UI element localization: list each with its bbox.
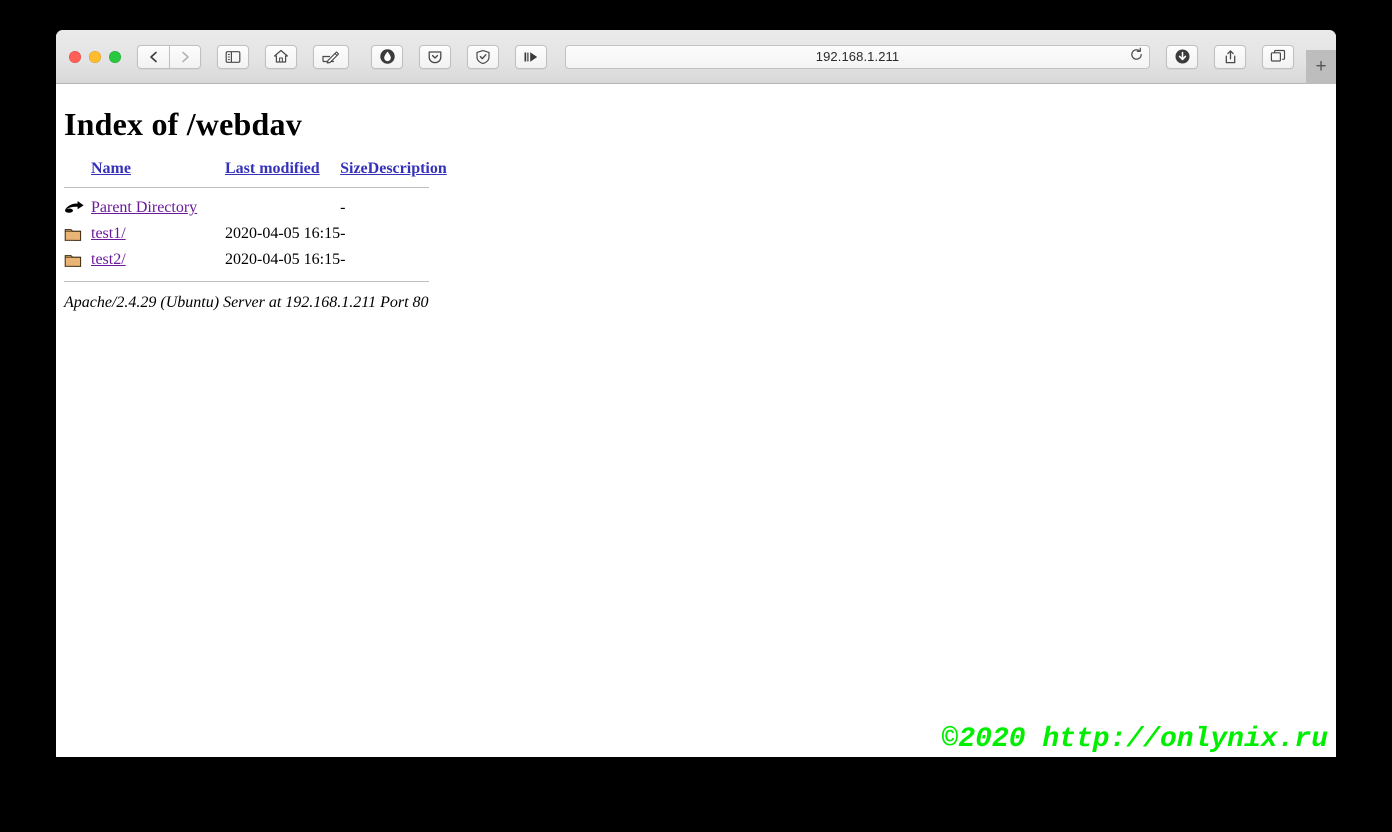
back-button[interactable] — [137, 44, 169, 69]
parent-directory-link[interactable]: Parent Directory — [91, 199, 197, 216]
row-modified-cell: 2020-04-05 16:15 — [225, 225, 341, 242]
horizontal-rule — [64, 187, 429, 188]
table-rule-top-cell — [64, 181, 447, 195]
folder-icon — [64, 252, 91, 269]
downloads-button[interactable] — [1166, 44, 1198, 69]
directory-link-test1[interactable]: test1/ — [91, 225, 126, 242]
row-icon-cell — [64, 195, 91, 221]
row-size-cell: - — [340, 199, 346, 216]
sort-by-modified-link[interactable]: Last modified — [225, 160, 320, 177]
reload-button[interactable] — [1127, 47, 1145, 67]
forward-button[interactable] — [169, 44, 201, 69]
row-icon-cell — [64, 221, 91, 247]
row-name-cell: Parent Directory — [91, 195, 225, 221]
skip-forward-icon — [522, 50, 540, 64]
parent-directory-icon — [64, 200, 91, 216]
browser-toolbar: 192.168.1.211 + — [56, 30, 1336, 84]
back-icon — [147, 50, 161, 64]
table-header-row: Name Last modified Size Description — [64, 160, 447, 181]
directory-index-table: Name Last modified Size Description Pare… — [64, 160, 447, 282]
row-size-cell: - — [340, 251, 346, 268]
toolbar-right-group — [1164, 44, 1296, 69]
row-name-cell: test1/ — [91, 221, 225, 247]
new-tab-button[interactable]: + — [1306, 50, 1336, 84]
sort-by-name-link[interactable]: Name — [91, 160, 131, 177]
sidebar-button[interactable] — [217, 44, 249, 69]
browser-window: 192.168.1.211 + Index of /webdav Name La… — [56, 30, 1336, 757]
horizontal-rule — [64, 281, 429, 282]
table-row: test1/ 2020-04-05 16:15 - — [64, 221, 447, 247]
page-title: Index of /webdav — [64, 106, 302, 142]
forward-icon — [178, 50, 192, 64]
row-modified-cell — [225, 195, 340, 221]
table-row: test2/ 2020-04-05 16:15 - — [64, 247, 447, 273]
markup-edit-icon — [321, 49, 341, 64]
table-rule-bottom-row — [64, 273, 447, 282]
home-button[interactable] — [265, 44, 297, 69]
row-description-cell — [368, 195, 447, 221]
header-name: Name — [91, 160, 225, 181]
directory-link-test2[interactable]: test2/ — [91, 251, 126, 268]
window-controls — [56, 50, 135, 63]
skip-extension-button[interactable] — [515, 44, 547, 69]
header-description: Description — [368, 160, 447, 181]
sort-by-size-link[interactable]: Size — [340, 160, 368, 177]
markup-button[interactable] — [313, 44, 349, 69]
folder-icon — [64, 226, 91, 243]
table-rule-bottom-cell — [64, 273, 447, 282]
row-description-cell — [368, 221, 447, 247]
close-button[interactable] — [69, 50, 81, 63]
pocket-extension-button[interactable] — [419, 44, 451, 69]
shield-check-icon — [475, 49, 491, 65]
pocket-icon — [427, 49, 443, 65]
header-size: Size — [340, 160, 368, 181]
navigation-buttons — [135, 44, 203, 69]
maximize-button[interactable] — [109, 50, 121, 63]
table-rule-top-row — [64, 181, 447, 195]
watermark: ©2020 http://onlynix.ru — [941, 724, 1328, 755]
row-modified-cell: 2020-04-05 16:15 — [225, 251, 341, 268]
tab-overview-icon — [1270, 49, 1286, 64]
header-modified: Last modified — [225, 160, 340, 181]
tab-overview-button[interactable] — [1262, 44, 1294, 69]
share-icon — [1223, 49, 1238, 65]
shield-extension-button[interactable] — [467, 44, 499, 69]
server-signature: Apache/2.4.29 (Ubuntu) Server at 192.168… — [64, 294, 429, 311]
page-content: Index of /webdav Name Last modified Size… — [56, 84, 1336, 757]
sort-by-description-link[interactable]: Description — [368, 160, 447, 177]
row-name-cell: test2/ — [91, 247, 225, 273]
table-row: Parent Directory - — [64, 195, 447, 221]
adblock-icon — [379, 48, 396, 65]
row-size-cell: - — [340, 225, 346, 242]
header-icon-cell — [64, 160, 91, 181]
adblock-extension-button[interactable] — [371, 44, 403, 69]
reload-icon — [1129, 47, 1144, 67]
download-icon — [1174, 48, 1191, 65]
row-icon-cell — [64, 247, 91, 273]
address-bar[interactable]: 192.168.1.211 — [565, 44, 1150, 69]
row-description-cell — [368, 247, 447, 273]
url-text: 192.168.1.211 — [815, 49, 900, 64]
minimize-button[interactable] — [89, 50, 101, 63]
home-icon — [273, 49, 289, 64]
sidebar-icon — [225, 50, 241, 64]
share-button[interactable] — [1214, 44, 1246, 69]
